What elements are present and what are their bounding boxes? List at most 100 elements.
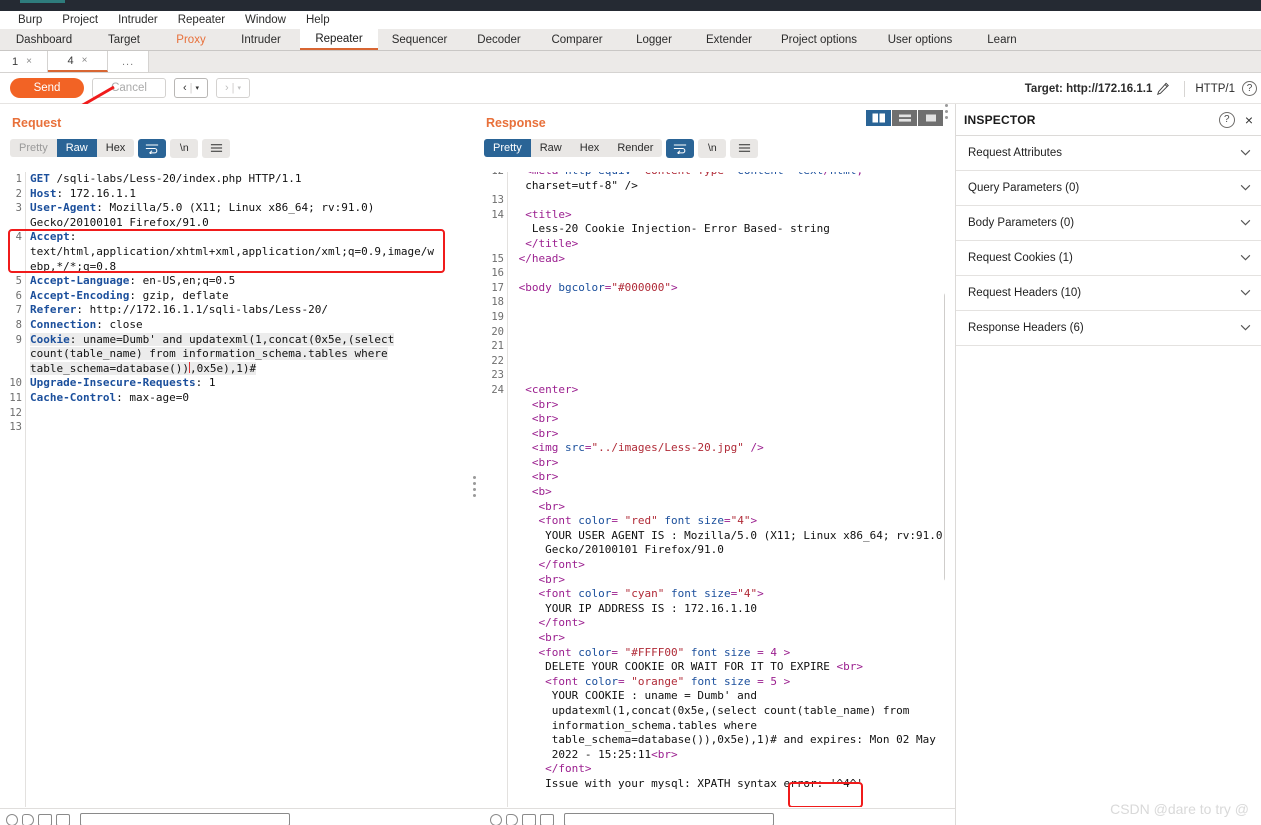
tab-logger[interactable]: Logger: [617, 29, 691, 50]
code-line: Gecko/20100101 Firefox/91.0: [30, 215, 209, 229]
inspector-row-1[interactable]: Query Parameters (0): [956, 171, 1261, 206]
hamburger-icon[interactable]: [730, 138, 759, 158]
chevron-down-icon[interactable]: [1240, 183, 1251, 194]
code-line: Gecko/20100101 Firefox/91.0: [512, 543, 724, 557]
search-input[interactable]: [564, 813, 774, 825]
chevron-down-icon[interactable]: [1240, 288, 1251, 299]
newline-toggle[interactable]: \n: [698, 138, 727, 158]
chevron-down-icon[interactable]: [1240, 323, 1251, 334]
tab-dashboard[interactable]: Dashboard: [0, 29, 88, 50]
inspector-row-3[interactable]: Request Cookies (1): [956, 241, 1261, 276]
tab-target[interactable]: Target: [88, 29, 160, 50]
next-match-button[interactable]: [540, 813, 554, 825]
burp-suite-window: Burp Project Intruder Repeater Window He…: [0, 0, 1261, 825]
code-line: 13: [478, 193, 953, 208]
request-editor[interactable]: 1 GET /sqli-labs/Less-20/index.php HTTP/1…: [0, 172, 476, 807]
single-view-icon[interactable]: [918, 110, 943, 126]
menu-project[interactable]: Project: [52, 11, 108, 29]
watermark: CSDN @dare to try @: [1110, 801, 1249, 817]
response-editor[interactable]: 12 <meta http-equiv="Content-Type" conte…: [478, 172, 953, 807]
code-line: <br>: [538, 572, 566, 586]
help-icon[interactable]: ?: [1242, 81, 1257, 96]
chevron-down-icon[interactable]: [1240, 218, 1251, 229]
request-format-hex[interactable]: Hex: [97, 139, 135, 157]
word-wrap-icon[interactable]: [138, 138, 167, 158]
inspector-row-2[interactable]: Body Parameters (0): [956, 206, 1261, 241]
menu-intruder[interactable]: Intruder: [108, 11, 168, 29]
tab-comparer[interactable]: Comparer: [537, 29, 617, 50]
tab-sequencer[interactable]: Sequencer: [378, 29, 461, 50]
close-icon[interactable]: ×: [1245, 112, 1253, 128]
help-icon[interactable]: ?: [1218, 111, 1235, 128]
tab-user-options[interactable]: User options: [871, 29, 969, 50]
chevron-down-icon[interactable]: [1240, 148, 1251, 159]
tab-decoder[interactable]: Decoder: [461, 29, 537, 50]
highlight-icon[interactable]: [22, 813, 34, 825]
response-format-render[interactable]: Render: [608, 139, 662, 157]
request-format-raw[interactable]: Raw: [56, 139, 97, 157]
search-icon[interactable]: [6, 813, 18, 825]
highlight-icon[interactable]: [506, 813, 518, 825]
pane-splitter-right[interactable]: [945, 104, 955, 825]
splitter-grip[interactable]: [473, 476, 476, 497]
hamburger-icon[interactable]: [202, 138, 231, 158]
request-code[interactable]: 1 GET /sqli-labs/Less-20/index.php HTTP/1…: [0, 172, 476, 435]
code-line: 23: [478, 368, 953, 383]
tab-intruder[interactable]: Intruder: [222, 29, 300, 50]
menu-burp[interactable]: Burp: [8, 11, 52, 29]
line-number: 17: [491, 281, 504, 294]
line-number: 6: [15, 289, 22, 302]
tab-extender[interactable]: Extender: [691, 29, 767, 50]
repeater-tab-4[interactable]: 4 ×: [48, 51, 108, 72]
response-format-hex[interactable]: Hex: [571, 139, 609, 157]
forward-button[interactable]: › | ▾: [216, 78, 250, 98]
line-number: 11: [9, 391, 22, 404]
http-version-label[interactable]: HTTP/1: [1195, 83, 1239, 95]
code-line: 18: [478, 295, 953, 310]
repeater-tab-1[interactable]: 1 ×: [0, 51, 48, 72]
repeater-tab-more[interactable]: ...: [108, 51, 150, 72]
prev-match-button[interactable]: [38, 813, 52, 825]
close-icon[interactable]: ×: [82, 55, 88, 66]
line-number: 1: [15, 173, 22, 185]
inspector-row-4[interactable]: Request Headers (10): [956, 276, 1261, 311]
search-icon[interactable]: [490, 813, 502, 825]
request-format-pretty[interactable]: Pretty: [10, 139, 57, 157]
pencil-icon[interactable]: [1152, 82, 1174, 96]
inspector-row-5[interactable]: Response Headers (6): [956, 311, 1261, 346]
tab-learn[interactable]: Learn: [969, 29, 1035, 50]
highlighted-text: count(table_name) from information_schem…: [30, 347, 388, 361]
code-line: <br>: [538, 631, 566, 644]
menu-repeater[interactable]: Repeater: [168, 11, 235, 29]
tab-proxy[interactable]: Proxy: [160, 29, 222, 50]
newline-toggle[interactable]: \n: [170, 138, 199, 158]
menu-window[interactable]: Window: [235, 11, 296, 29]
response-code[interactable]: 12 <meta http-equiv="Content-Type" conte…: [478, 172, 953, 792]
inspector-header: INSPECTOR ? ×: [956, 104, 1261, 136]
stacked-view-icon[interactable]: [892, 110, 917, 126]
line-number: 18: [491, 296, 504, 309]
cancel-button[interactable]: Cancel: [92, 78, 166, 98]
search-input[interactable]: [80, 813, 290, 825]
response-format-pretty[interactable]: Pretty: [484, 139, 531, 157]
inspector-row-0[interactable]: Request Attributes: [956, 136, 1261, 171]
inspector-row-label: Request Attributes: [968, 147, 1062, 159]
menu-help[interactable]: Help: [296, 11, 340, 29]
chevron-down-icon[interactable]: [1240, 253, 1251, 264]
line-number: 22: [491, 354, 504, 367]
window-titlebar: [0, 0, 1261, 11]
tab-project-options[interactable]: Project options: [767, 29, 871, 50]
word-wrap-icon[interactable]: [666, 138, 695, 158]
splitter-grip[interactable]: [945, 104, 948, 120]
back-button[interactable]: ‹ | ▾: [174, 78, 208, 98]
view-mode-buttons: [866, 110, 943, 126]
response-format-bar: Pretty Raw Hex Render \n: [478, 137, 953, 159]
close-icon[interactable]: ×: [26, 56, 32, 67]
response-format-raw[interactable]: Raw: [531, 139, 571, 157]
tab-repeater[interactable]: Repeater: [300, 29, 378, 50]
split-view-icon[interactable]: [866, 110, 891, 126]
send-button[interactable]: Send: [10, 78, 84, 98]
menu-bar: Burp Project Intruder Repeater Window He…: [0, 11, 1261, 29]
next-match-button[interactable]: [56, 813, 70, 825]
prev-match-button[interactable]: [522, 813, 536, 825]
